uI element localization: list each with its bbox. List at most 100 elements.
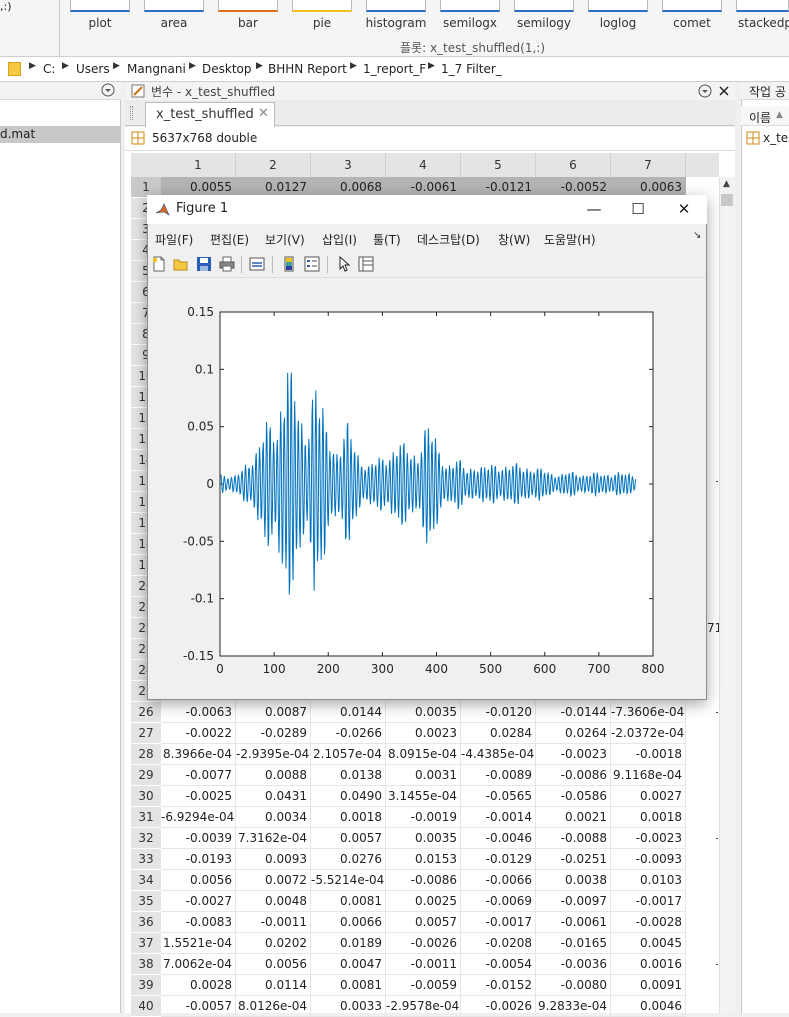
column-header[interactable]: 3 [311, 153, 386, 177]
breadcrumb-separator-icon[interactable]: ▶ [428, 61, 435, 71]
table-cell[interactable]: 8.0915e-04 [386, 744, 461, 765]
colorbar-icon[interactable] [281, 256, 297, 272]
table-cell[interactable]: 0.0031 [386, 765, 461, 786]
table-cell[interactable]: 0.0264 [536, 723, 611, 744]
table-cell[interactable]: -0.0208 [461, 933, 536, 954]
vertical-scrollbar[interactable]: ▲ [719, 177, 735, 1013]
scroll-up-icon[interactable]: ▲ [723, 179, 730, 189]
gallery-thumb-comet[interactable] [662, 0, 722, 12]
gallery-label-loglog[interactable]: loglog [581, 16, 655, 30]
table-cell[interactable]: -0.0088 [536, 828, 611, 849]
table-cell[interactable]: 0.0025 [386, 891, 461, 912]
table-cell[interactable]: 0.0018 [611, 807, 686, 828]
table-cell[interactable]: 0.0035 [386, 702, 461, 723]
table-cell[interactable]: 0.0038 [536, 870, 611, 891]
row-header[interactable]: 33 [131, 849, 161, 870]
table-cell[interactable]: 9.1168e-04 [611, 765, 686, 786]
figure-menu-item[interactable]: 창(W) [498, 231, 530, 248]
table-cell[interactable]: 0.0153 [386, 849, 461, 870]
table-cell[interactable]: 0.0033 [311, 996, 386, 1017]
table-cell[interactable]: 0.0081 [311, 975, 386, 996]
gallery-label-area[interactable]: area [137, 16, 211, 30]
folder-icon[interactable] [8, 62, 21, 76]
table-cell[interactable]: 3.1455e-04 [386, 786, 461, 807]
table-cell[interactable]: -0.0086 [386, 870, 461, 891]
gallery-label-pie[interactable]: pie [285, 16, 359, 30]
gallery-label-stackedplo[interactable]: stackedplo [738, 16, 789, 30]
figure-menu-item[interactable]: 파일(F) [155, 231, 193, 248]
breadcrumb-separator-icon[interactable]: ▶ [29, 61, 36, 71]
row-header[interactable]: 32 [131, 828, 161, 849]
gallery-label-comet[interactable]: comet [655, 16, 729, 30]
table-cell[interactable]: 0.0091 [611, 975, 686, 996]
figure-menu-item[interactable]: 데스크탑(D) [417, 231, 480, 248]
breadcrumb-item[interactable]: Mangnani [127, 62, 186, 76]
table-cell[interactable]: -0.0054 [461, 954, 536, 975]
figure-menu-item[interactable]: 보기(V) [265, 231, 305, 248]
workspace-item[interactable]: x_tes [763, 131, 789, 145]
table-cell[interactable]: -0.0193 [161, 849, 236, 870]
table-cell[interactable]: 1.5521e-04 [161, 933, 236, 954]
table-cell[interactable]: -0.0165 [536, 933, 611, 954]
breadcrumb-item[interactable]: 1_report_F [363, 62, 426, 76]
column-header[interactable]: 2 [236, 153, 311, 177]
table-cell[interactable]: -0.0014 [461, 807, 536, 828]
figure-title-bar[interactable]: Figure 1 [147, 195, 707, 224]
panel-menu-icon[interactable] [101, 83, 115, 97]
table-cell[interactable]: -0.0023 [536, 744, 611, 765]
row-header[interactable]: 34 [131, 870, 161, 891]
table-cell[interactable]: -6.9294e-04 [161, 807, 236, 828]
tab-x-test-shuffled[interactable]: x_test_shuffled ✕ [145, 102, 275, 127]
table-cell[interactable]: -0.0026 [386, 933, 461, 954]
gallery-thumb-stackedplo[interactable] [736, 0, 789, 12]
property-inspector-icon[interactable] [358, 256, 374, 272]
row-header[interactable]: 27 [131, 723, 161, 744]
gallery-thumb-pie[interactable] [292, 0, 352, 12]
table-cell[interactable]: -0.0120 [461, 702, 536, 723]
breadcrumb-item[interactable]: Users [76, 62, 110, 76]
table-cell[interactable]: 0.0046 [611, 996, 686, 1017]
table-cell[interactable]: -4.4385e-04 [461, 744, 536, 765]
table-cell[interactable]: 0.0066 [311, 912, 386, 933]
gallery-label-semilogy[interactable]: semilogy [507, 16, 581, 30]
gallery-label-histogram[interactable]: histogram [359, 16, 433, 30]
breadcrumb-item[interactable]: C: [43, 62, 55, 76]
table-cell[interactable]: 0.0048 [236, 891, 311, 912]
gallery-label-bar[interactable]: bar [211, 16, 285, 30]
table-cell[interactable]: -0.0586 [536, 786, 611, 807]
table-cell[interactable]: -0.0089 [461, 765, 536, 786]
table-cell[interactable]: -0.0017 [461, 912, 536, 933]
panel-menu-icon[interactable] [698, 84, 712, 98]
table-cell[interactable]: -0.0046 [461, 828, 536, 849]
row-header[interactable]: 39 [131, 975, 161, 996]
table-cell[interactable]: 0.0045 [611, 933, 686, 954]
table-cell[interactable]: -2.9395e-04 [236, 744, 311, 765]
table-cell[interactable]: 0.0018 [311, 807, 386, 828]
table-cell[interactable]: 0.0035 [386, 828, 461, 849]
table-cell[interactable]: 8.3966e-04 [161, 744, 236, 765]
breadcrumb-item[interactable]: Desktop [202, 62, 252, 76]
table-cell[interactable]: 0.0021 [536, 807, 611, 828]
table-cell[interactable]: -0.0036 [536, 954, 611, 975]
breadcrumb-separator-icon[interactable]: ▶ [62, 61, 69, 71]
table-cell[interactable]: -0.0011 [386, 954, 461, 975]
table-cell[interactable]: 0.0138 [311, 765, 386, 786]
table-cell[interactable]: 0.0072 [236, 870, 311, 891]
table-cell[interactable]: -0.0018 [611, 744, 686, 765]
table-cell[interactable]: 0.0114 [236, 975, 311, 996]
workspace-column-header[interactable]: 이름 ▲ [741, 106, 789, 126]
file-row-selected[interactable]: d.mat [0, 126, 121, 143]
table-cell[interactable]: -0.0077 [161, 765, 236, 786]
table-cell[interactable]: 0.0047 [311, 954, 386, 975]
table-cell[interactable]: -0.0069 [461, 891, 536, 912]
table-cell[interactable]: -0.0023 [611, 828, 686, 849]
column-header[interactable]: 5 [461, 153, 536, 177]
table-cell[interactable]: 0.0056 [236, 954, 311, 975]
column-header[interactable]: 4 [386, 153, 461, 177]
table-cell[interactable]: 0.0202 [236, 933, 311, 954]
table-cell[interactable]: 0.0016 [611, 954, 686, 975]
table-cell[interactable]: -0.0152 [461, 975, 536, 996]
column-header[interactable] [686, 153, 719, 177]
gallery-thumb-area[interactable] [144, 0, 204, 12]
print-icon[interactable] [219, 256, 235, 272]
